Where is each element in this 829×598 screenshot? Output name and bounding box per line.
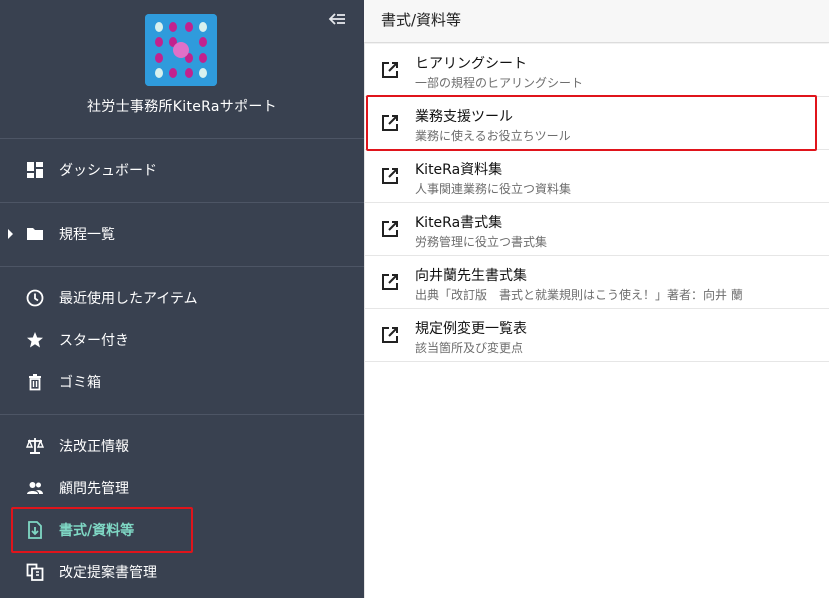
dashboard-icon	[26, 161, 44, 179]
nav-dashboard[interactable]: ダッシュボード	[0, 150, 364, 190]
highlight-box	[366, 95, 817, 151]
nav-law-revisions-label: 法改正情報	[59, 439, 129, 455]
divider	[0, 202, 364, 203]
open-in-new-icon	[381, 61, 399, 79]
list-item-title: KiteRa書式集	[415, 215, 503, 231]
list-item-subtitle: 労務管理に役立つ書式集	[415, 235, 548, 249]
brand-logo	[145, 14, 217, 86]
nav-regulations-label: 規程一覧	[59, 227, 115, 243]
open-in-new-icon	[381, 220, 399, 238]
divider	[0, 266, 364, 267]
list-item-subtitle: 一部の規程のヒアリングシート	[415, 76, 584, 90]
nav-trash-label: ゴミ箱	[59, 375, 101, 391]
people-icon	[26, 479, 44, 497]
list-item-title: 向井蘭先生書式集	[415, 268, 527, 284]
nav-recent[interactable]: 最近使用したアイテム	[0, 278, 364, 318]
star-icon	[26, 331, 44, 349]
open-in-new-icon	[381, 273, 399, 291]
list-item-subtitle: 該当箇所及び変更点	[415, 341, 524, 355]
clock-icon	[26, 289, 44, 307]
list-item[interactable]: 向井蘭先生書式集 出典「改訂版 書式と就業規則はこう使え！」著者：向井 蘭	[365, 256, 829, 309]
resource-list: ヒアリングシート 一部の規程のヒアリングシート 業務支援ツール 業務に使えるお役…	[365, 44, 829, 362]
main-header: 書式/資料等	[364, 0, 829, 43]
nav-starred-label: スター付き	[59, 333, 129, 349]
list-item[interactable]: KiteRa資料集 人事関連業務に役立つ資料集	[365, 150, 829, 203]
list-item[interactable]: ヒアリングシート 一部の規程のヒアリングシート	[365, 44, 829, 97]
list-item[interactable]: 規定例変更一覧表 該当箇所及び変更点	[365, 309, 829, 362]
nav-recent-label: 最近使用したアイテム	[59, 291, 198, 307]
nav-regulations[interactable]: 規程一覧	[0, 214, 364, 254]
list-item-subtitle: 出典「改訂版 書式と就業規則はこう使え！」著者：向井 蘭	[415, 288, 743, 302]
list-item-title: KiteRa資料集	[415, 162, 503, 178]
list-item-title: ヒアリングシート	[415, 56, 527, 72]
highlight-box	[11, 507, 193, 553]
divider	[0, 138, 364, 139]
scale-icon	[25, 437, 45, 455]
nav-clients-label: 顧問先管理	[59, 481, 129, 497]
open-in-new-icon	[381, 326, 399, 344]
nav-law-revisions[interactable]: 法改正情報	[0, 426, 364, 466]
sidebar: 社労士事務所KiteRaサポート ダッシュボード 規程一覧 最近使用したアイテム…	[0, 0, 364, 598]
list-item-title: 規定例変更一覧表	[415, 321, 527, 337]
list-item[interactable]: KiteRa書式集 労務管理に役立つ書式集	[365, 203, 829, 256]
trash-icon	[26, 373, 44, 391]
brand-name: 社労士事務所KiteRaサポート	[87, 99, 277, 115]
folder-icon	[26, 225, 44, 243]
nav-starred[interactable]: スター付き	[0, 320, 364, 360]
nav-revision-proposals[interactable]: 改定提案書管理	[0, 552, 364, 592]
expand-caret-icon[interactable]	[7, 228, 15, 240]
copy-document-icon	[26, 563, 44, 581]
open-in-new-icon	[381, 167, 399, 185]
nav-dashboard-label: ダッシュボード	[59, 163, 157, 179]
collapse-left-icon[interactable]	[328, 10, 348, 28]
nav-clients[interactable]: 顧問先管理	[0, 468, 364, 508]
nav-revision-proposals-label: 改定提案書管理	[59, 565, 157, 581]
list-item-subtitle: 人事関連業務に役立つ資料集	[415, 182, 572, 196]
divider	[0, 414, 364, 415]
nav-trash[interactable]: ゴミ箱	[0, 362, 364, 402]
page-title: 書式/資料等	[381, 11, 462, 29]
